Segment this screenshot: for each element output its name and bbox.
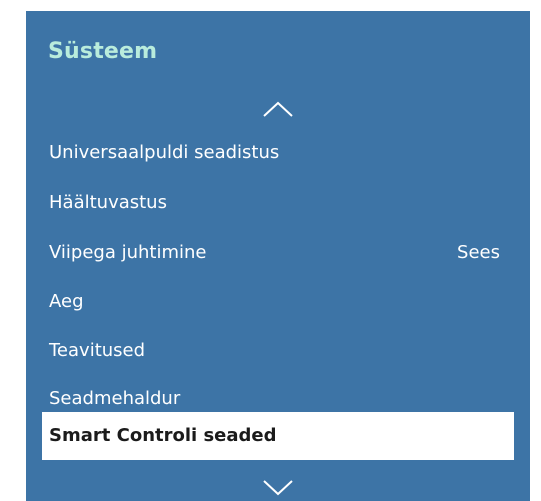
chevron-up-icon[interactable] [262,100,294,118]
menu-item-label: Häältuvastus [49,192,167,213]
menu-item-value: Sees [457,242,500,263]
system-menu-panel: Süsteem Universaalpuldi seadistus Häältu… [26,11,530,501]
menu-item-voice-recognition[interactable]: Häältuvastus [42,179,514,227]
chevron-down-icon[interactable] [262,478,294,496]
menu-item-notifications[interactable]: Teavitused [42,327,514,375]
menu-item-label: Universaalpuldi seadistus [49,142,280,163]
menu-item-time[interactable]: Aeg [42,278,514,326]
menu-item-smart-control-settings[interactable]: Smart Controli seaded [42,412,514,460]
menu-item-label: Teavitused [49,340,146,361]
menu-item-universal-remote-setup[interactable]: Universaalpuldi seadistus [42,129,514,177]
menu-item-motion-control[interactable]: Viipega juhtimine Sees [42,229,514,277]
menu-item-label: Viipega juhtimine [49,242,207,263]
menu-title: Süsteem [48,39,158,64]
menu-item-label: Aeg [49,291,84,312]
menu-item-label: Smart Controli seaded [49,425,277,446]
